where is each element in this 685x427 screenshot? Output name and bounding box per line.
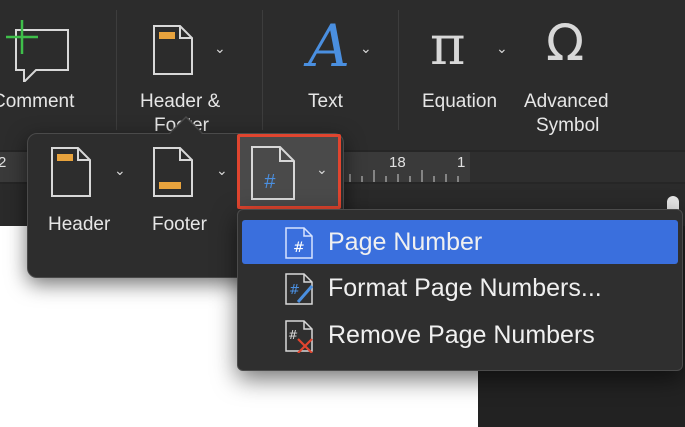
ruler-margin xyxy=(470,152,685,182)
text-icon: A xyxy=(308,12,350,80)
menu-item-label: Page Number xyxy=(328,228,483,256)
ribbon-separator xyxy=(116,10,117,130)
menu-item-format-page-numbers[interactable]: # Format Page Numbers... xyxy=(242,266,678,310)
page-number-glyph: # xyxy=(264,171,276,193)
page-number-icon: # xyxy=(285,227,313,259)
format-page-numbers-icon: # xyxy=(285,273,314,305)
chevron-down-icon: ⌄ xyxy=(316,161,328,177)
ruler-number: 18 xyxy=(389,154,406,171)
popover-arrow xyxy=(170,118,202,134)
comment-label: Comment xyxy=(0,91,75,112)
page-number-button[interactable]: # ⌄ xyxy=(237,134,341,209)
chevron-down-icon: ⌄ xyxy=(114,162,126,178)
comment-icon xyxy=(6,20,69,82)
menu-item-label: Format Page Numbers... xyxy=(328,274,602,302)
ruler-number: 1 xyxy=(457,154,466,171)
menu-item-page-number[interactable]: # Page Number xyxy=(242,220,678,264)
header-button[interactable]: ⌄ Header xyxy=(44,142,134,242)
ruler-number: 2 xyxy=(0,154,7,171)
header-footer-icon xyxy=(153,25,193,75)
page-number-menu: # Page Number # Format Page Numbers... #… xyxy=(237,209,683,371)
svg-text:#: # xyxy=(288,328,298,342)
comment-button[interactable]: Comment xyxy=(0,10,100,130)
svg-text:#: # xyxy=(289,283,300,298)
footer-button[interactable]: ⌄ Footer xyxy=(146,142,236,242)
menu-item-remove-page-numbers[interactable]: # Remove Page Numbers xyxy=(242,313,678,357)
header-icon xyxy=(51,147,91,197)
text-button[interactable]: A ⌄ Text xyxy=(290,10,386,130)
ruler-ticks xyxy=(349,170,459,182)
header-label: Header xyxy=(48,214,111,235)
footer-icon xyxy=(153,147,193,197)
ribbon-separator xyxy=(398,10,399,130)
footer-label: Footer xyxy=(152,214,207,235)
chevron-down-icon: ⌄ xyxy=(214,40,226,56)
header-footer-label-line1: Header & xyxy=(140,91,221,112)
chevron-down-icon: ⌄ xyxy=(360,40,372,56)
omega-icon: Ω xyxy=(546,14,585,72)
pi-icon: π xyxy=(430,14,466,77)
chevron-down-icon: ⌄ xyxy=(216,162,228,178)
remove-page-numbers-icon: # xyxy=(285,320,313,353)
header-footer-button[interactable]: ⌄ Header & Footer xyxy=(126,10,252,136)
ribbon-separator xyxy=(262,10,263,130)
text-label: Text xyxy=(308,91,343,112)
menu-item-label: Remove Page Numbers xyxy=(328,321,595,349)
advanced-symbol-label-line1: Advanced xyxy=(524,91,609,112)
svg-text:#: # xyxy=(293,240,305,256)
advanced-symbol-button[interactable]: Ω Advanced Symbol xyxy=(520,10,630,140)
advanced-symbol-label-line2: Symbol xyxy=(536,115,600,136)
equation-button[interactable]: π ⌄ Equation xyxy=(420,10,520,130)
equation-label: Equation xyxy=(422,91,498,112)
chevron-down-icon: ⌄ xyxy=(496,40,508,56)
